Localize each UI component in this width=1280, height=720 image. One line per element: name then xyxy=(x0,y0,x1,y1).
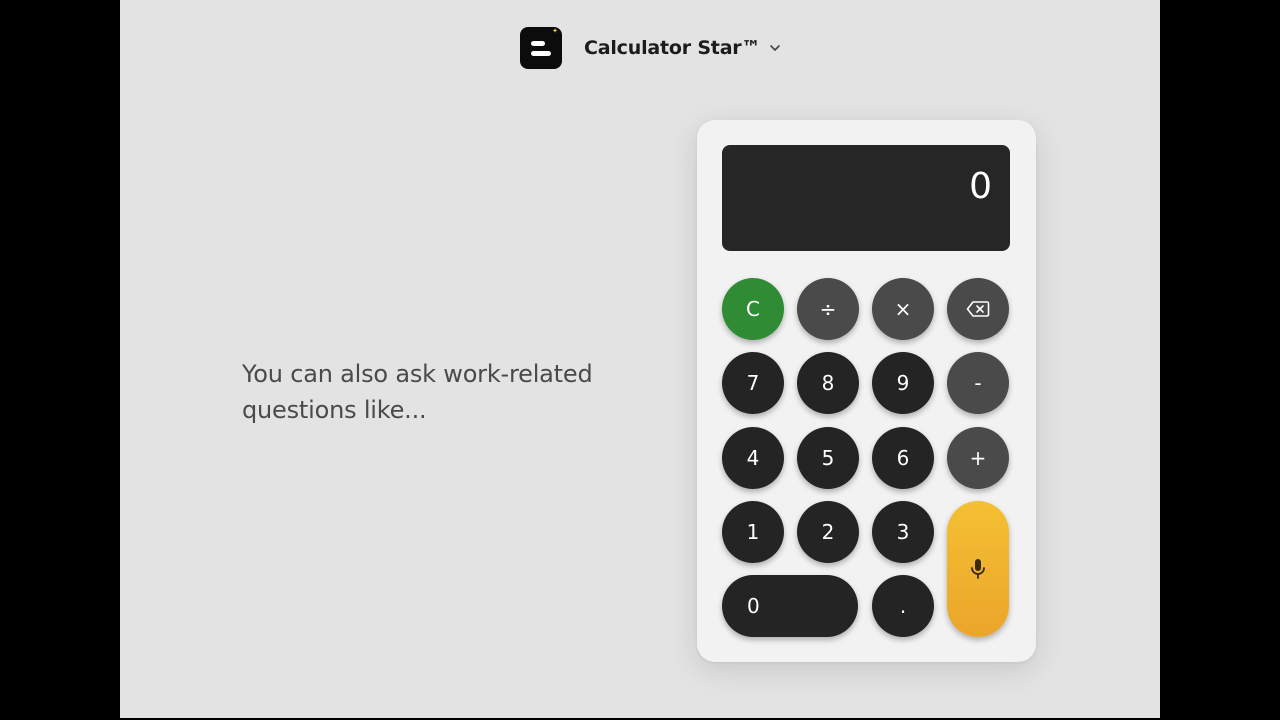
app-logo-icon[interactable]: ✦ xyxy=(520,27,562,69)
prompt-line-2: questions like... xyxy=(242,396,427,424)
digit-8-button[interactable]: 8 xyxy=(797,352,859,414)
digit-1-button[interactable]: 1 xyxy=(722,501,784,563)
backspace-icon xyxy=(966,301,990,317)
digit-5-button[interactable]: 5 xyxy=(797,427,859,489)
prompt-line-1: You can also ask work-related xyxy=(242,360,593,388)
app-canvas: ✦ Calculator Star™ You can also ask work… xyxy=(120,0,1160,718)
digit-9-button[interactable]: 9 xyxy=(872,352,934,414)
minus-button[interactable]: - xyxy=(947,352,1009,414)
app-title[interactable]: Calculator Star™ xyxy=(584,37,760,59)
digit-4-button[interactable]: 4 xyxy=(722,427,784,489)
digit-7-button[interactable]: 7 xyxy=(722,352,784,414)
decimal-button[interactable]: . xyxy=(872,575,934,637)
logo-bar-top xyxy=(531,40,545,46)
calculator-display: 0 xyxy=(722,145,1010,251)
display-value: 0 xyxy=(969,166,992,207)
prompt-text: You can also ask work-related questions … xyxy=(242,356,642,428)
microphone-icon xyxy=(971,559,985,579)
divide-button[interactable]: ÷ xyxy=(797,278,859,340)
clear-button[interactable]: C xyxy=(722,278,784,340)
backspace-button[interactable] xyxy=(947,278,1009,340)
digit-6-button[interactable]: 6 xyxy=(872,427,934,489)
plus-button[interactable]: + xyxy=(947,427,1009,489)
digit-3-button[interactable]: 3 xyxy=(872,501,934,563)
multiply-button[interactable]: × xyxy=(872,278,934,340)
logo-bar-bottom xyxy=(531,50,551,56)
chevron-down-icon[interactable] xyxy=(768,41,782,55)
calculator-widget: 0 C ÷ × 7 8 9 - 4 5 6 + 1 2 3 0 . xyxy=(697,120,1036,662)
digit-2-button[interactable]: 2 xyxy=(797,501,859,563)
voice-input-button[interactable] xyxy=(947,501,1009,637)
digit-0-button[interactable]: 0 xyxy=(722,575,858,637)
app-header: ✦ Calculator Star™ xyxy=(520,26,782,70)
sparkle-icon: ✦ xyxy=(552,27,558,35)
